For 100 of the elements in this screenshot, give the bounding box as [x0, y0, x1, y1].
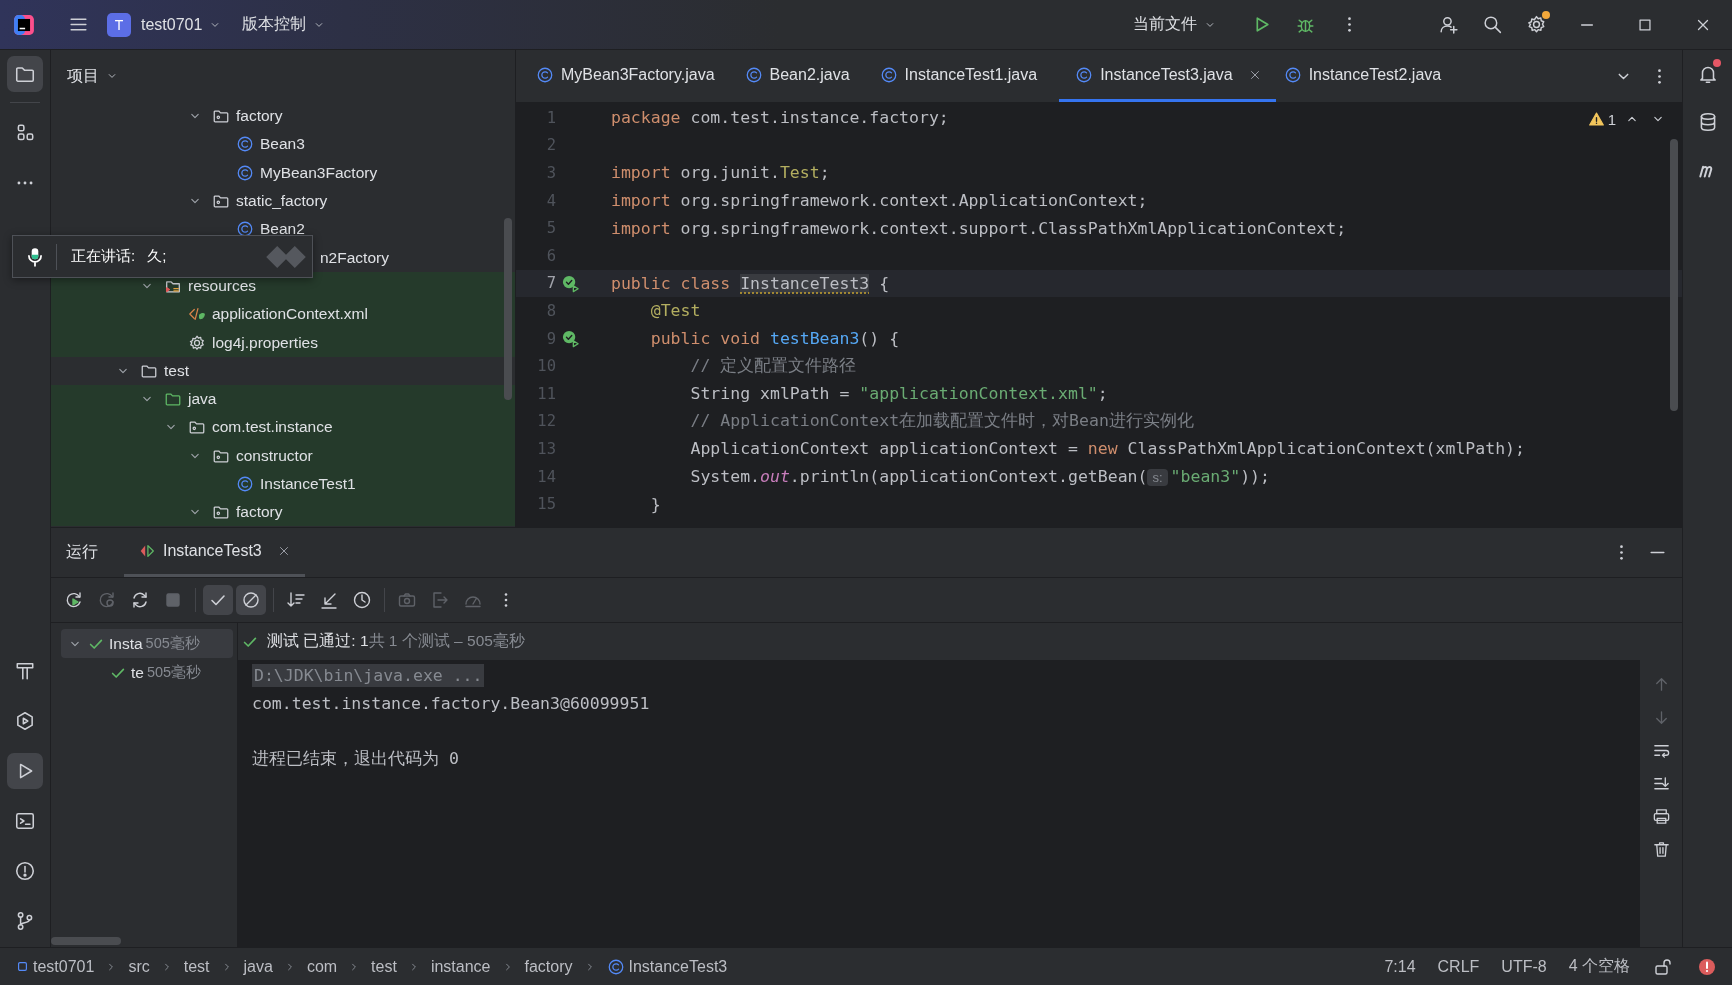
run-icon[interactable] [7, 753, 43, 789]
line-number: 12 [536, 412, 556, 431]
tree-item-label[interactable]: Bean3 [260, 135, 305, 154]
ignored-icon[interactable] [236, 585, 266, 615]
code-line: package com.test.instance.factory; [611, 108, 949, 128]
tree-item-label[interactable]: static_factory [236, 192, 328, 211]
tree-row[interactable]: log4j.properties [51, 328, 515, 357]
run-tab[interactable]: InstanceTest3 [124, 528, 305, 577]
editor-tab[interactable]: InstanceTest3.java [1059, 50, 1276, 102]
code-line: } [649, 494, 661, 514]
test-tree-item[interactable]: te 505毫秒 [61, 658, 233, 687]
test-name: te [131, 663, 144, 682]
package-folder-icon [212, 107, 230, 126]
tree-item-label[interactable]: com.test.instance [212, 418, 333, 437]
editor-tab[interactable]: MyBean3Factory.java [536, 50, 737, 102]
package-folder-icon [212, 192, 230, 211]
tab-label: InstanceTest3.java [1100, 65, 1233, 84]
tab-label: MyBean3Factory.java [561, 65, 715, 84]
class-icon [606, 957, 625, 976]
line-number: 5 [545, 219, 556, 238]
folder-icon [164, 390, 182, 409]
tree-row[interactable]: com.test.instance [51, 413, 515, 442]
tree-row[interactable]: applicationContext.xml [51, 300, 515, 329]
line-number: 11 [536, 384, 556, 403]
tree-item-label[interactable]: log4j.properties [212, 333, 318, 352]
class-icon [744, 65, 763, 84]
breadcrumb[interactable]: test [181, 957, 212, 976]
project-avatar: T [107, 12, 131, 37]
test-duration: 505毫秒 [146, 663, 202, 682]
tree-item-label[interactable]: test [164, 361, 189, 380]
tab-label: InstanceTest2.java [1308, 65, 1442, 84]
tree-item-label[interactable]: java [188, 390, 217, 409]
tree-row[interactable]: factory [51, 102, 515, 131]
tree-item-label[interactable]: Bean2 [260, 220, 305, 239]
tree-row[interactable]: MyBean3Factory [51, 158, 515, 187]
breadcrumb[interactable]: java [241, 957, 275, 976]
tree-item-label[interactable]: n2Factory [320, 248, 389, 267]
breadcrumb[interactable]: InstanceTest3 [604, 957, 730, 976]
tree-item-label[interactable]: MyBean3Factory [260, 163, 378, 182]
tree-item-label[interactable]: constructor [236, 446, 313, 465]
settings-icon[interactable] [1525, 14, 1547, 35]
code-line: @Test [649, 301, 701, 321]
code-line: // ApplicationContext在加载配置文件时，对Bean进行实例化 [689, 410, 1194, 433]
class-icon [536, 65, 554, 84]
vcs-menu[interactable]: 版本控制 [234, 7, 335, 42]
scrollbar [51, 937, 121, 945]
file-encoding[interactable]: UTF-8 [1501, 957, 1547, 976]
breadcrumb[interactable]: com [304, 957, 340, 976]
console-output: com.test.instance.factory.Bean3@60099951 [252, 693, 650, 713]
tree-row[interactable]: java [51, 384, 515, 414]
line-number: 6 [545, 246, 556, 265]
tab-label: InstanceTest3 [163, 542, 262, 560]
line-number: 15 [536, 495, 556, 514]
tree-row[interactable]: Bean3 [51, 130, 515, 159]
class-icon [236, 163, 254, 182]
caret-position[interactable]: 7:14 [1384, 957, 1416, 976]
run-test-icon[interactable] [561, 329, 580, 349]
breadcrumb[interactable]: test0701 [14, 957, 97, 976]
run-target-selector[interactable]: 当前文件 [1125, 7, 1225, 42]
editor-tab[interactable]: InstanceTest2.java [1283, 50, 1464, 102]
console-exit-message: 进程已结束，退出代码为 0 [252, 747, 459, 770]
breadcrumb[interactable]: factory [522, 957, 575, 976]
line-number: 4 [545, 191, 556, 210]
class-icon [236, 475, 254, 493]
tree-row[interactable]: factory [51, 498, 515, 527]
tree-row[interactable]: static_factory [51, 186, 515, 216]
class-icon [1283, 65, 1302, 84]
tree-item-label[interactable]: factory [236, 107, 283, 126]
test-summary: 共 1 个测试 – 505毫秒 [368, 631, 525, 651]
tree-row[interactable]: Bean2 [51, 215, 515, 244]
folder-icon[interactable] [7, 56, 43, 92]
line-number: 1 [545, 108, 556, 127]
line-number: 13 [536, 439, 556, 458]
tab-label: Bean2.java [769, 65, 850, 84]
view-selector[interactable]: 项目 [61, 61, 125, 91]
run-test-icon[interactable] [561, 273, 580, 293]
breadcrumb[interactable]: instance [428, 957, 493, 976]
tree-row[interactable]: InstanceTest1 [51, 469, 515, 499]
line-number: 10 [536, 357, 556, 376]
line-separator[interactable]: CRLF [1437, 957, 1480, 976]
test-tree-item[interactable]: Insta 505毫秒 [61, 629, 233, 658]
tree-item-label[interactable]: InstanceTest1 [260, 475, 356, 493]
line-number: 14 [536, 467, 556, 486]
indent-setting[interactable]: 4 个空格 [1568, 956, 1630, 977]
breadcrumb[interactable]: src [126, 957, 152, 976]
breadcrumb[interactable]: test [369, 957, 399, 976]
code-line: ApplicationContext applicationContext = new ClassPathXmlApplicationContext(xmlPath); [689, 439, 1525, 459]
warning-count[interactable]: 1 [1587, 110, 1616, 128]
editor-tab[interactable]: Bean2.java [744, 50, 872, 102]
tree-item-label[interactable]: resources [188, 276, 257, 295]
tree-item-label[interactable]: factory [236, 503, 283, 522]
panel-title: 运行 [66, 542, 98, 562]
line-number: 8 [545, 301, 556, 320]
tree-item-label[interactable]: applicationContext.xml [212, 305, 368, 324]
tree-row[interactable]: constructor [51, 441, 515, 470]
check-icon[interactable] [203, 585, 233, 615]
gear-icon [188, 333, 206, 352]
editor-tab[interactable]: InstanceTest1.java [879, 50, 1060, 102]
project-switcher[interactable]: T test0701 [99, 7, 231, 42]
tree-row[interactable]: test [51, 356, 515, 385]
